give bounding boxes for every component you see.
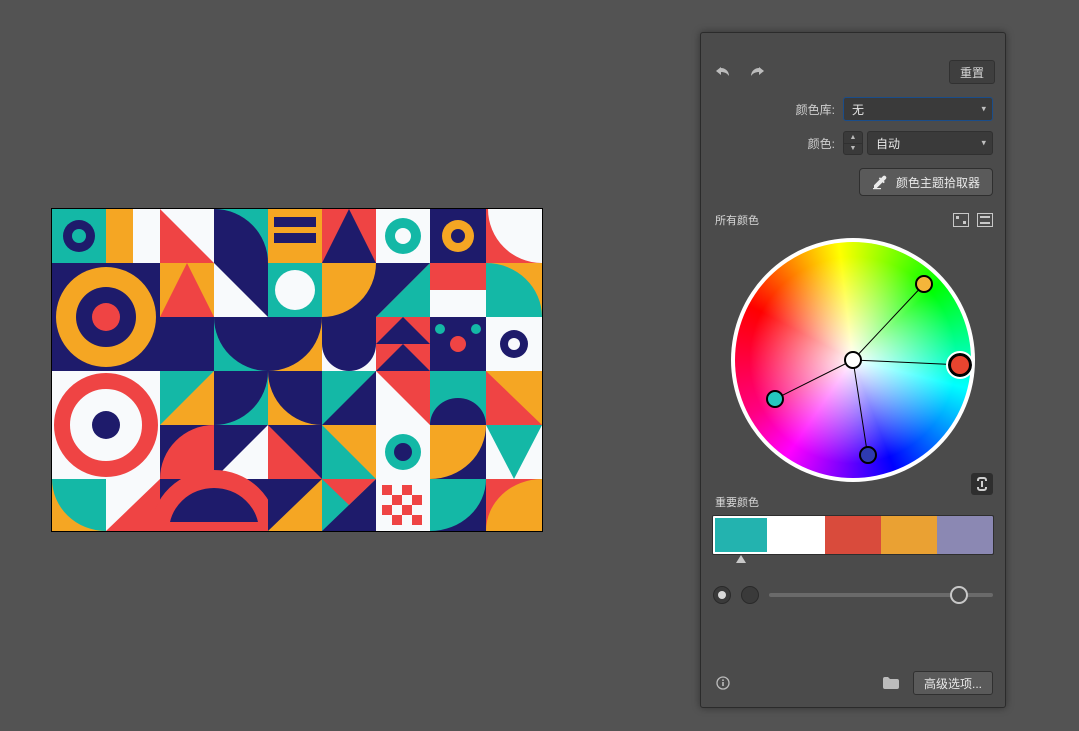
- wheel-node-4[interactable]: [948, 353, 972, 377]
- chevron-down-icon: ▾: [981, 138, 986, 149]
- row-color: 颜色: ▲ ▼ 自动 ▾: [701, 126, 1005, 160]
- canvas-artwork[interactable]: [52, 209, 542, 531]
- select-color-library-value: 无: [852, 101, 864, 118]
- link-harmony-button[interactable]: [971, 473, 993, 495]
- panel-footer: 高级选项...: [701, 663, 1005, 707]
- chevron-down-icon: ▾: [981, 104, 986, 115]
- info-button[interactable]: [713, 674, 733, 692]
- wheel-node-1[interactable]: [915, 275, 933, 293]
- select-color-library[interactable]: 无 ▾: [843, 97, 993, 121]
- redo-button[interactable]: [747, 63, 767, 81]
- link-icon: [976, 477, 988, 491]
- stepper-down-icon[interactable]: ▼: [844, 144, 862, 155]
- panel-tab-title: [701, 33, 1005, 54]
- swatch-4[interactable]: [937, 516, 993, 554]
- reset-button-label: 重置: [960, 64, 984, 81]
- wheel-node-3[interactable]: [766, 390, 784, 408]
- section-key-colors-label: 重要颜色: [701, 486, 1005, 514]
- adjust-slider[interactable]: [769, 593, 993, 597]
- slider-knob[interactable]: [950, 586, 968, 604]
- reset-button[interactable]: 重置: [949, 60, 995, 84]
- select-color-mode-value: 自动: [876, 135, 900, 152]
- color-theme-picker-button[interactable]: 颜色主题拾取器: [859, 168, 993, 196]
- advanced-options-label: 高级选项...: [924, 675, 982, 692]
- swatch-3[interactable]: [881, 516, 937, 554]
- geometric-pattern-svg: [52, 209, 542, 531]
- eyedropper-icon: [872, 174, 888, 190]
- radio-brightness[interactable]: [741, 586, 759, 604]
- select-color-mode[interactable]: 自动 ▾: [867, 131, 993, 155]
- wheel-view-smooth-icon[interactable]: [953, 213, 969, 227]
- swatch-2[interactable]: [825, 516, 881, 554]
- label-color-library: 颜色库:: [713, 101, 837, 118]
- wheel-node-2[interactable]: [859, 446, 877, 464]
- color-theme-picker-label: 颜色主题拾取器: [896, 174, 980, 191]
- radio-saturation[interactable]: [713, 586, 731, 604]
- swatch-1[interactable]: [769, 516, 825, 554]
- adjust-slider-row: [701, 568, 1005, 616]
- section-all-colors: 所有颜色: [701, 202, 1005, 232]
- swatch-0[interactable]: [713, 516, 769, 554]
- section-all-colors-label: 所有颜色: [715, 212, 759, 228]
- swatch-pointer-row: [713, 558, 993, 568]
- row-color-library: 颜色库: 无 ▾: [701, 92, 1005, 126]
- recolor-artwork-panel: 重置 颜色库: 无 ▾ 颜色: ▲ ▼ 自动 ▾ 颜色主题拾取器 所有: [700, 32, 1006, 708]
- advanced-options-button[interactable]: 高级选项...: [913, 671, 993, 695]
- swatch-pointer-icon[interactable]: [736, 555, 746, 563]
- color-count-stepper[interactable]: ▲ ▼: [843, 131, 863, 155]
- stepper-up-icon[interactable]: ▲: [844, 132, 862, 144]
- save-group-button[interactable]: [881, 674, 901, 692]
- wheel-node-0[interactable]: [844, 351, 862, 369]
- undo-button[interactable]: [713, 63, 733, 81]
- panel-toolbar: 重置: [701, 54, 1005, 92]
- label-color: 颜色:: [713, 135, 837, 152]
- wheel-view-segmented-icon[interactable]: [977, 213, 993, 227]
- color-wheel[interactable]: [731, 238, 975, 482]
- key-color-swatches: [713, 516, 993, 554]
